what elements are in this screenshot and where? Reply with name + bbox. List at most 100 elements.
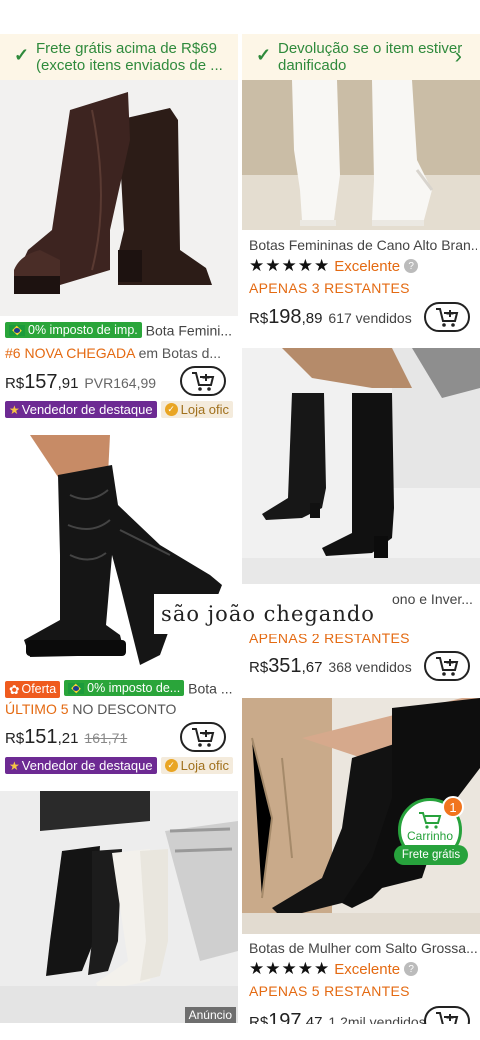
price-row: R$ 151 ,21 161,71	[5, 726, 127, 749]
star-icon: ★	[265, 959, 281, 978]
product-card[interactable]: 0% imposto de imp. Bota Femini... #6 NOV…	[0, 80, 238, 425]
offer-badge: ✿ Oferta	[5, 680, 61, 698]
price-integer: 157	[24, 371, 58, 393]
top-seller-text: Vendedor de destaque	[21, 758, 153, 773]
product-image[interactable]	[0, 791, 238, 1023]
star-icon: ★	[314, 256, 330, 275]
black-boot-illustration	[0, 435, 238, 675]
price-cents: ,89	[301, 310, 323, 327]
rating-row[interactable]: ★ ★ ★ ★ ★ Excelente ?	[249, 256, 419, 275]
official-store-text: Loja ofic	[180, 758, 230, 773]
shopping-cart-icon	[419, 812, 442, 829]
cart-count-badge: 1	[442, 796, 464, 818]
rating-label: Excelente	[334, 960, 401, 978]
cart-plus-icon	[436, 657, 459, 676]
product-card[interactable]: ono e Inver... APENAS 2 RESTANTES R$ 351…	[242, 348, 480, 688]
top-seller-badge: ★ Vendedor de destaque	[5, 401, 157, 418]
sold-count: 617 vendidos	[328, 310, 412, 326]
rank-label: #6 NOVA CHEGADA	[5, 345, 135, 361]
offer-icon: ✿	[9, 682, 20, 697]
star-icon: ★	[9, 758, 20, 773]
seller-badges: ★ Vendedor de destaque ✓ Loja ofic	[5, 757, 234, 774]
white-boot-illustration	[242, 80, 480, 230]
chevron-right-icon[interactable]: ›	[455, 45, 462, 67]
add-to-cart-button[interactable]	[424, 651, 470, 681]
price-currency: R$	[5, 730, 25, 747]
product-card[interactable]: Botas Femininas de Cano Alto Bran... ★ ★…	[242, 80, 480, 345]
brazil-flag-icon	[68, 682, 85, 694]
return-benefit[interactable]: ✓ Devolução se o item estiver danificado…	[242, 34, 480, 80]
ad-label: Anúncio	[184, 1007, 236, 1023]
product-title: Botas Femininas de Cano Alto Bran...	[249, 237, 477, 253]
product-image[interactable]	[242, 80, 480, 230]
price-row: R$ 198 ,89 617 vendidos	[249, 306, 412, 329]
price-integer: 351	[268, 655, 302, 677]
check-icon: ✓	[14, 45, 30, 65]
price-row: R$ 157 ,91 PVR164,99	[5, 371, 156, 394]
benefits-banner[interactable]: ✓ Frete grátis acima de R$69 (exceto ite…	[0, 34, 480, 80]
official-store-badge: ✓ Loja ofic	[160, 401, 234, 418]
question-icon[interactable]: ?	[404, 962, 419, 976]
tax-badge: 0% imposto de...	[64, 680, 185, 696]
price-cents: ,91	[57, 375, 79, 392]
free-shipping-text: Frete grátis acima de R$69 (exceto itens…	[36, 40, 223, 74]
price-cents: ,21	[57, 730, 79, 747]
price-integer: 151	[24, 726, 58, 748]
add-to-cart-button[interactable]	[180, 366, 226, 396]
product-image[interactable]	[242, 348, 480, 584]
western-boot-illustration	[0, 791, 238, 1023]
star-icon: ★	[249, 959, 265, 978]
video-caption: são joão chegando	[154, 594, 382, 634]
return-text: Devolução se o item estiver danificado	[278, 40, 463, 74]
product-feed-page: ✓ Frete grátis acima de R$69 (exceto ite…	[0, 0, 480, 1040]
product-image[interactable]	[0, 435, 238, 675]
product-title: Botas de Mulher com Salto Grossa...	[249, 940, 477, 956]
rating-row[interactable]: ★ ★ ★ ★ ★ Excelente ?	[249, 959, 419, 978]
official-store-badge: ✓ Loja ofic	[160, 757, 234, 774]
sold-count: 368 vendidos	[328, 659, 412, 675]
check-icon: ✓	[256, 45, 272, 65]
bottom-spacer	[0, 1024, 480, 1040]
rank-line[interactable]: #6 NOVA CHEGADA em Botas d...	[5, 345, 235, 361]
price-cents: ,67	[301, 659, 323, 676]
original-price: 161,71	[84, 730, 128, 746]
cart-plus-icon	[436, 308, 459, 327]
cart-plus-icon	[192, 372, 215, 391]
add-to-cart-button[interactable]	[180, 722, 226, 752]
brazil-flag-icon	[9, 324, 25, 336]
product-card-ad[interactable]: Anúncio	[0, 791, 238, 1023]
price-currency: R$	[249, 659, 269, 676]
add-to-cart-button[interactable]	[424, 302, 470, 332]
price-currency: R$	[249, 310, 269, 327]
rank-category: em Botas d...	[138, 345, 222, 361]
product-image[interactable]	[0, 80, 238, 316]
cart-plus-icon	[192, 728, 215, 747]
product-title: Bota ...	[188, 680, 233, 697]
tax-badge-text: 0% imposto de...	[87, 681, 181, 695]
rating-label: Excelente	[334, 257, 401, 275]
price-row: R$ 351 ,67 368 vendidos	[249, 655, 412, 678]
product-title-row: ✿ Oferta 0% imposto de... Bota ...	[5, 680, 235, 698]
verified-check-icon: ✓	[164, 759, 178, 772]
promo-highlight: ÚLTIMO 5	[5, 701, 69, 717]
star-icon: ★	[314, 959, 330, 978]
star-icon: ★	[9, 402, 20, 417]
cart-label: Carrinho	[406, 829, 454, 843]
reference-price: PVR164,99	[84, 375, 157, 391]
price-currency: R$	[5, 375, 25, 392]
product-title: Bota Femini...	[145, 322, 233, 339]
question-icon[interactable]: ?	[404, 259, 419, 273]
tax-badge-text: 0% imposto de imp.	[28, 323, 138, 337]
verified-check-icon: ✓	[164, 403, 178, 416]
promo-text: NO DESCONTO	[72, 701, 177, 717]
seller-badges: ★ Vendedor de destaque ✓ Loja ofic	[5, 401, 234, 418]
star-icon: ★	[297, 959, 313, 978]
star-icon: ★	[281, 256, 297, 275]
top-seller-text: Vendedor de destaque	[21, 402, 153, 417]
free-shipping-benefit[interactable]: ✓ Frete grátis acima de R$69 (exceto ite…	[0, 34, 238, 80]
star-icon: ★	[249, 256, 265, 275]
black-heel-boot-illustration	[242, 348, 480, 584]
star-icon: ★	[297, 256, 313, 275]
tax-badge: 0% imposto de imp.	[5, 322, 142, 338]
promo-line: ÚLTIMO 5 NO DESCONTO	[5, 701, 235, 717]
